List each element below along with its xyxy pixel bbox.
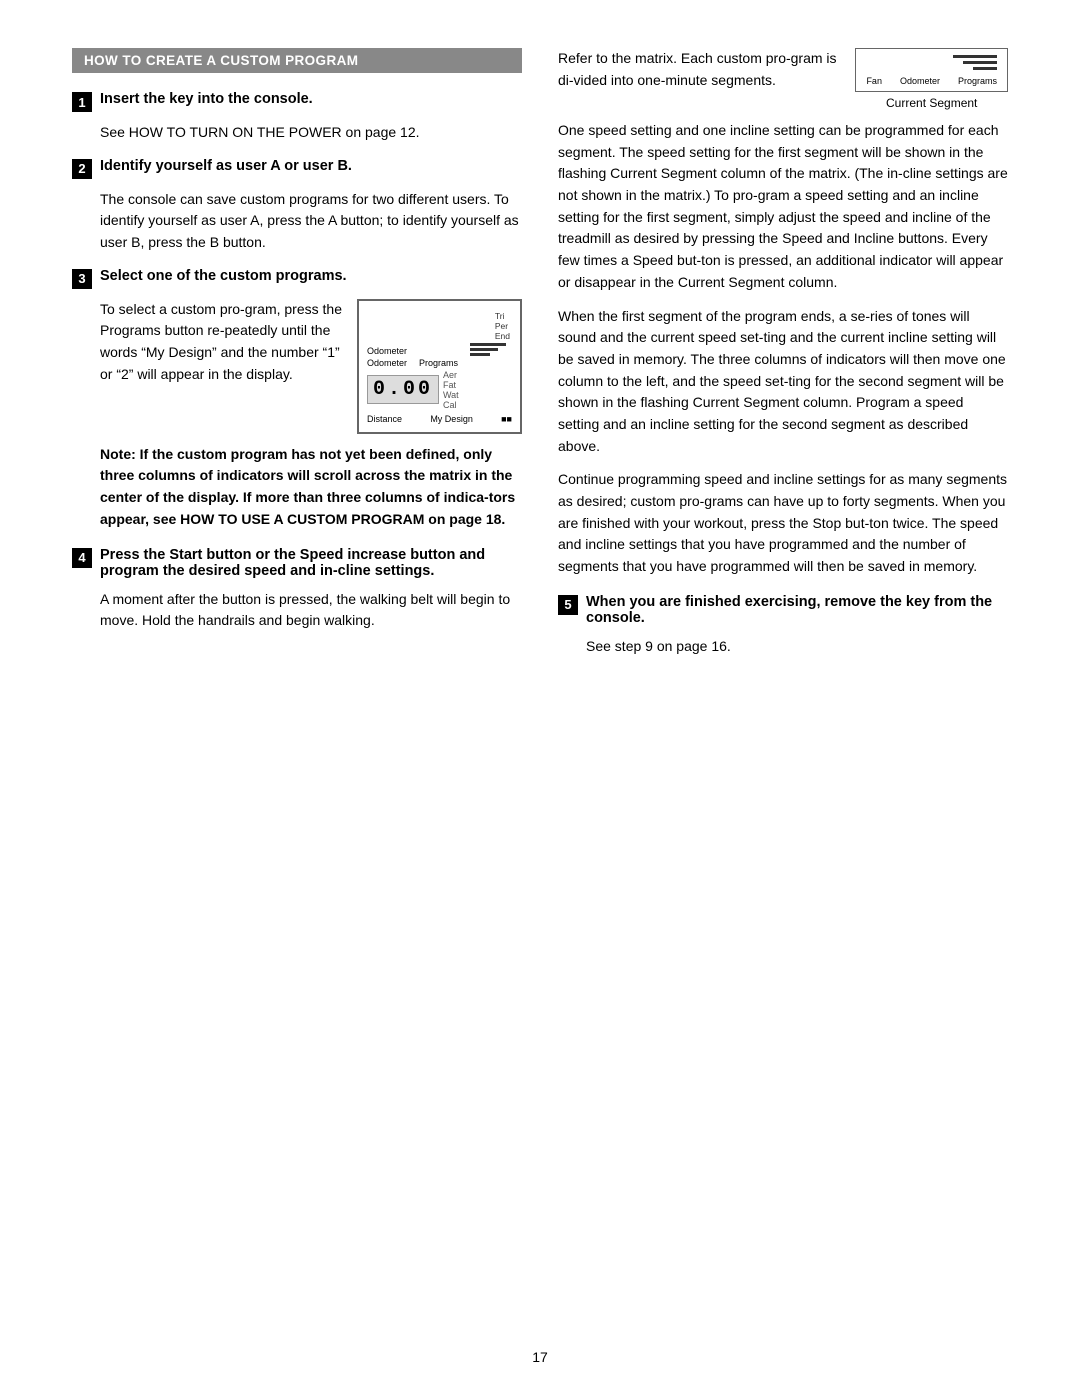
console-diagram: TriPerEnd Odometer Odometer (357, 299, 522, 434)
right-intro-text: Refer to the matrix. Each custom pro-gra… (558, 48, 841, 91)
step-1-body: See HOW TO TURN ON THE POWER on page 12. (100, 122, 522, 144)
current-segment-label: Current Segment (855, 96, 1008, 110)
step-3: 3 Select one of the custom programs. (72, 268, 522, 289)
step-4-body: A moment after the button is pressed, th… (100, 589, 522, 632)
console-dots: ■■ (501, 414, 512, 424)
step-5: 5 When you are finished exercising, remo… (558, 594, 1008, 626)
right-para-3: Continue programming speed and incline s… (558, 469, 1008, 577)
step-1: 1 Insert the key into the console. (72, 91, 522, 112)
step-3-note: Note: If the custom program has not yet … (100, 444, 522, 531)
step-3-title: Select one of the custom programs. (100, 268, 347, 284)
step-2-body: The console can save custom programs for… (100, 189, 522, 254)
step-1-title: Insert the key into the console. (100, 91, 313, 107)
step-3-number: 3 (72, 269, 92, 289)
step-5-number: 5 (558, 595, 578, 615)
right-para-1: One speed setting and one incline settin… (558, 120, 1008, 294)
step-5-body: See step 9 on page 16. (586, 636, 1008, 658)
step-4-title: Press the Start button or the Speed incr… (100, 547, 522, 579)
matrix-diagram-wrapper: Fan Odometer Programs Current Segment (855, 48, 1008, 110)
page-number: 17 (0, 1349, 1080, 1365)
matrix-programs-label: Programs (958, 76, 997, 86)
distance-label: Distance (367, 414, 402, 424)
step-4-number: 4 (72, 548, 92, 568)
matrix-box: Fan Odometer Programs (855, 48, 1008, 92)
programs-bars (470, 343, 506, 356)
console-right-labels: AerFatWatCal (443, 370, 459, 410)
step-1-number: 1 (72, 92, 92, 112)
console-top-label: TriPerEnd (495, 311, 510, 341)
step-5-title: When you are finished exercising, remove… (586, 594, 1008, 626)
console-display-num: 0.00 (367, 375, 439, 404)
step-4: 4 Press the Start button or the Speed in… (72, 547, 522, 579)
step-3-content: To select a custom pro-gram, press the P… (100, 299, 522, 434)
matrix-odometer-label: Odometer (900, 76, 940, 86)
console-odometer-text: Odometer (367, 358, 407, 368)
right-column: Refer to the matrix. Each custom pro-gra… (558, 48, 1008, 657)
step-3-body: To select a custom pro-gram, press the P… (100, 299, 345, 386)
odometer-label: Odometer (367, 346, 407, 356)
left-column: HOW TO CREATE A CUSTOM PROGRAM 1 Insert … (72, 48, 522, 657)
step-2-title: Identify yourself as user A or user B. (100, 158, 352, 174)
mydesign-label: My Design (430, 414, 473, 424)
right-col-intro: Refer to the matrix. Each custom pro-gra… (558, 48, 1008, 110)
step-2: 2 Identify yourself as user A or user B. (72, 158, 522, 179)
console-programs-text: Programs (419, 358, 458, 368)
page: HOW TO CREATE A CUSTOM PROGRAM 1 Insert … (0, 0, 1080, 1397)
right-para-2: When the first segment of the program en… (558, 306, 1008, 458)
section-header: HOW TO CREATE A CUSTOM PROGRAM (72, 48, 522, 73)
matrix-fan-label: Fan (866, 76, 882, 86)
step-2-number: 2 (72, 159, 92, 179)
